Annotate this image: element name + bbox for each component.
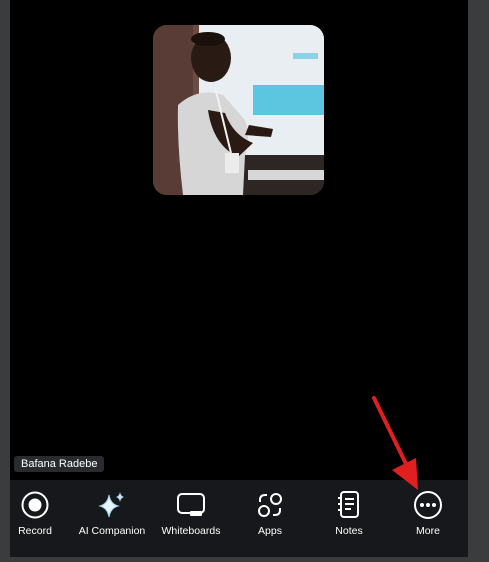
- notes-button[interactable]: Notes: [329, 480, 369, 537]
- record-button[interactable]: Record: [13, 480, 57, 537]
- ai-companion-button[interactable]: AI Companion: [76, 480, 148, 537]
- whiteboard-icon: [175, 489, 207, 521]
- apps-icon: [254, 489, 286, 521]
- meeting-window: Bafana Radebe Record AI Companion Whiteb…: [0, 0, 489, 562]
- ai-companion-label: AI Companion: [78, 525, 146, 537]
- apps-label: Apps: [258, 525, 282, 537]
- whiteboards-button[interactable]: Whiteboards: [160, 480, 222, 537]
- more-button[interactable]: More: [408, 480, 448, 537]
- whiteboards-label: Whiteboards: [161, 525, 221, 537]
- notes-label: Notes: [335, 525, 363, 537]
- participant-photo: [153, 25, 324, 195]
- left-gutter: [0, 0, 10, 562]
- more-icon: [412, 489, 444, 521]
- meeting-toolbar: Record AI Companion Whiteboards Apps Not…: [10, 480, 468, 557]
- notes-icon: [333, 489, 365, 521]
- video-area: Bafana Radebe: [10, 0, 468, 480]
- right-gutter: [468, 0, 489, 562]
- participant-video-thumbnail[interactable]: [153, 25, 324, 195]
- participant-name-label: Bafana Radebe: [14, 456, 105, 472]
- record-label: Record: [18, 525, 52, 537]
- record-icon: [19, 489, 51, 521]
- more-label: More: [416, 525, 440, 537]
- apps-button[interactable]: Apps: [250, 480, 290, 537]
- sparkle-icon: [96, 489, 128, 521]
